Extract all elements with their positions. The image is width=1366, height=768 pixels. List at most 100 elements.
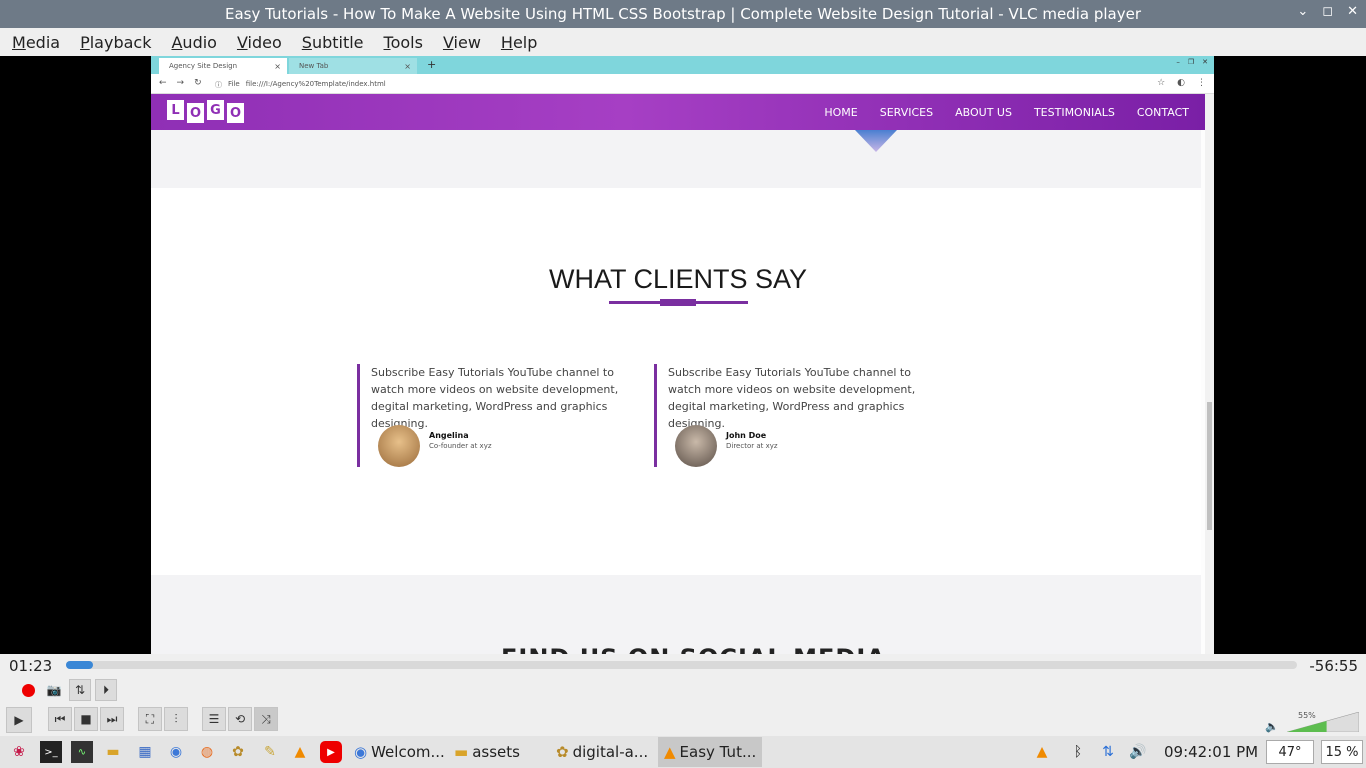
next-section-heading: FIND US ON SOCIAL MEDIA <box>501 644 886 654</box>
browser-tab[interactable]: New Tab × <box>289 58 417 74</box>
chromium-icon[interactable]: ◉ <box>165 741 187 763</box>
star-icon[interactable]: ☆ <box>1157 78 1165 88</box>
task-label: Welcom... <box>371 743 445 761</box>
stop-button[interactable]: ■ <box>74 707 98 731</box>
playlist-button[interactable]: ☰ <box>202 707 226 731</box>
vlc-tray-icon[interactable]: ▲ <box>1031 741 1053 763</box>
previous-button[interactable]: ⏮ <box>48 707 72 731</box>
text-editor-icon[interactable]: ✎ <box>259 741 281 763</box>
site-navbar: L O G O HOME SERVICES ABOUT US TESTIMONI… <box>151 94 1205 130</box>
nav-about-us[interactable]: ABOUT US <box>955 106 1012 119</box>
new-tab-button[interactable]: + <box>427 58 436 71</box>
previous-icon: ⏮ <box>54 711 66 726</box>
clock[interactable]: 09:42:01 PM <box>1164 743 1258 761</box>
play-icon: ▶ <box>14 713 24 727</box>
loop-button[interactable]: ⟲ <box>228 707 252 731</box>
minimize-icon[interactable]: ⌄ <box>1297 4 1308 19</box>
playlist-icon: ☰ <box>208 712 220 726</box>
play-button[interactable]: ▶ <box>6 707 32 733</box>
site-logo[interactable]: L O G O <box>167 100 244 123</box>
menu-tools[interactable]: Tools <box>376 33 431 52</box>
menu-media[interactable]: Media <box>4 33 68 52</box>
browser-tab-active[interactable]: Agency Site Design × <box>159 58 287 74</box>
back-icon[interactable]: ← <box>159 78 167 88</box>
volume-icon[interactable]: 🔊 <box>1127 741 1149 763</box>
task-manager-icon[interactable]: ∿ <box>71 741 93 763</box>
video-area[interactable]: Agency Site Design × New Tab × + – ❐ ✕ ←… <box>0 56 1366 654</box>
logo-letter: O <box>187 103 204 123</box>
cpu-monitor: 15 % <box>1321 740 1363 764</box>
loop-ab-button[interactable]: ⇅ <box>69 679 91 701</box>
menu-video[interactable]: Video <box>229 33 290 52</box>
menu-view[interactable]: View <box>435 33 489 52</box>
address-bar[interactable]: ⓘ File file:///I:/Agency%20Template/inde… <box>215 80 386 90</box>
loop-ab-icon: ⇅ <box>74 683 86 697</box>
shuffle-button[interactable]: ⤨ <box>254 707 278 731</box>
equalizer-icon: ⫶ <box>174 711 178 726</box>
kebab-menu-icon[interactable]: ⋮ <box>1197 78 1206 88</box>
file-manager-icon[interactable]: ▬ <box>102 741 124 763</box>
taskbar: ❀ >_ ∿ ▬ ▦ ◉ ◍ ✿ ✎ ▲ ▶ ◉ Welcom... ▬ ass… <box>0 736 1366 768</box>
record-button[interactable] <box>17 679 39 701</box>
minimize-icon[interactable]: – <box>1176 58 1180 66</box>
nav-home[interactable]: HOME <box>824 106 857 119</box>
fullscreen-icon: ⛶ <box>145 711 155 726</box>
calculator-icon[interactable]: ▦ <box>134 741 156 763</box>
author-name: John Doe <box>726 430 767 440</box>
frame-step-button[interactable]: ⏵ <box>95 679 117 701</box>
terminal-icon[interactable]: >_ <box>40 741 62 763</box>
vlc-icon[interactable]: ▲ <box>289 741 311 763</box>
elapsed-time: 01:23 <box>9 657 53 675</box>
fullscreen-button[interactable]: ⛶ <box>138 707 162 731</box>
close-icon[interactable]: ✕ <box>1347 4 1358 19</box>
browser-tabstrip: Agency Site Design × New Tab × + – ❐ ✕ <box>151 56 1214 74</box>
next-section <box>151 575 1201 654</box>
menu-audio[interactable]: Audio <box>163 33 224 52</box>
task-item-active[interactable]: ▲ Easy Tut... <box>658 737 762 767</box>
firefox-icon[interactable]: ◍ <box>196 741 218 763</box>
window-controls: ⌄ ◻ ✕ <box>1297 4 1358 19</box>
menu-subtitle[interactable]: Subtitle <box>294 33 372 52</box>
task-item[interactable]: ◉ Welcom... <box>354 737 450 767</box>
restore-icon[interactable]: ❐ <box>1188 58 1194 66</box>
nav-services[interactable]: SERVICES <box>880 106 933 119</box>
seek-progress <box>66 661 94 669</box>
volume-slider[interactable] <box>1287 712 1359 732</box>
snapshot-button[interactable]: 📷 <box>43 679 65 701</box>
tab-close-icon[interactable]: × <box>274 62 281 71</box>
shuffle-icon: ⤨ <box>261 711 271 726</box>
task-item[interactable]: ✿ digital-a... <box>556 737 654 767</box>
testimonial-author: Angelina Co-founder at xyz <box>378 425 492 467</box>
youtube-icon[interactable]: ▶ <box>320 741 342 763</box>
nav-contact[interactable]: CONTACT <box>1137 106 1189 119</box>
menu-bar: Media Playback Audio Video Subtitle Tool… <box>0 28 1366 56</box>
reload-icon[interactable]: ↻ <box>194 78 202 88</box>
profile-icon[interactable]: ◐ <box>1177 78 1185 88</box>
tab-close-icon[interactable]: × <box>404 62 411 71</box>
bluetooth-icon[interactable]: ᛒ <box>1067 741 1089 763</box>
close-icon[interactable]: ✕ <box>1202 58 1208 66</box>
maximize-icon[interactable]: ◻ <box>1322 4 1333 19</box>
author-role: Co-founder at xyz <box>429 441 492 450</box>
raspberry-menu-icon[interactable]: ❀ <box>8 741 30 763</box>
page-scrollbar[interactable] <box>1205 94 1214 654</box>
extended-settings-button[interactable]: ⫶ <box>164 707 188 731</box>
gimp-icon[interactable]: ✿ <box>227 741 249 763</box>
site-nav-links: HOME SERVICES ABOUT US TESTIMONIALS CONT… <box>824 94 1205 130</box>
testimonial-card: Subscribe Easy Tutorials YouTube channel… <box>357 364 627 467</box>
testimonial-author: John Doe Director at xyz <box>675 425 778 467</box>
menu-help[interactable]: Help <box>493 33 545 52</box>
remaining-time[interactable]: -56:55 <box>1309 657 1358 675</box>
speaker-icon[interactable]: 🔈 <box>1265 720 1279 733</box>
menu-playback[interactable]: Playback <box>72 33 159 52</box>
next-button[interactable]: ⏭ <box>100 707 124 731</box>
forward-icon[interactable]: → <box>177 78 185 88</box>
scrollbar-thumb[interactable] <box>1207 402 1212 530</box>
window-title: Easy Tutorials - How To Make A Website U… <box>225 5 1141 23</box>
seek-bar[interactable] <box>66 661 1297 669</box>
record-icon <box>21 683 35 697</box>
info-icon: ⓘ <box>215 81 222 89</box>
task-item[interactable]: ▬ assets <box>454 737 550 767</box>
nav-testimonials[interactable]: TESTIMONIALS <box>1034 106 1115 119</box>
network-icon[interactable]: ⇅ <box>1097 741 1119 763</box>
